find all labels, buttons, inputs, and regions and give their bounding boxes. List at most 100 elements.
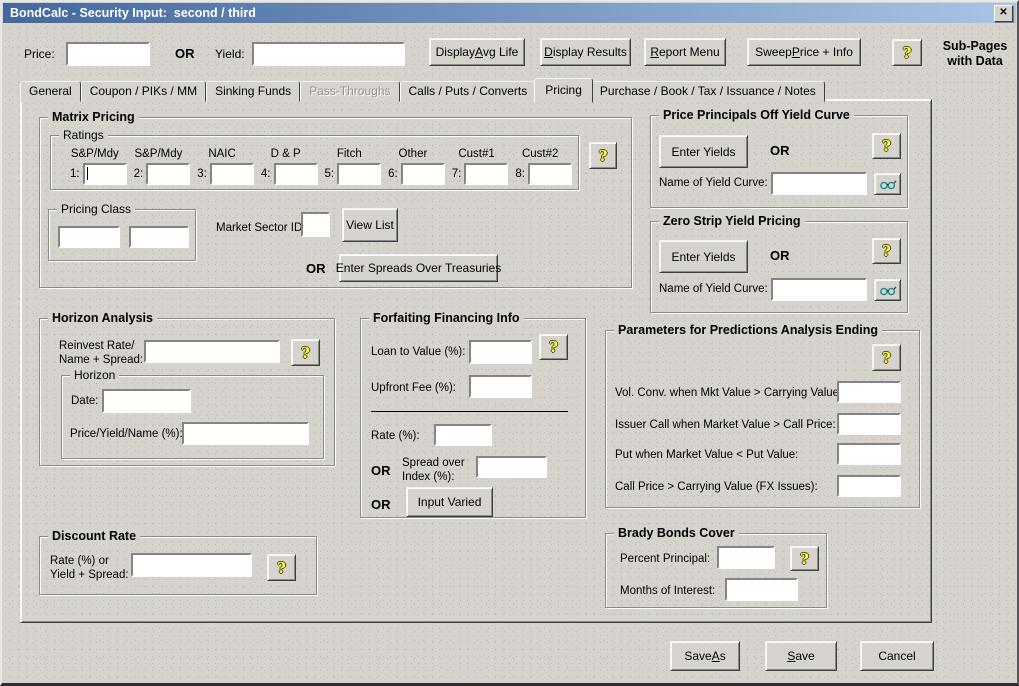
help-icon: ? [301, 344, 310, 362]
display-avg-life-button[interactable]: Display Avg Life [429, 38, 525, 66]
pricing-class-input-1[interactable] [58, 226, 120, 248]
percent-principal-input[interactable] [717, 546, 775, 569]
price-yield-name-label: Price/Yield/Name (%): [70, 428, 183, 441]
rating-cell-2: S&P/Mdy 2: [127, 148, 191, 185]
toolbar-help-button[interactable]: ? [892, 39, 922, 66]
tab-calls-puts-converts[interactable]: Calls / Puts / Converts [400, 81, 537, 102]
enter-yields-button[interactable]: Enter Yields [659, 240, 748, 273]
window-title: BondCalc - Security Input: second / thir… [10, 6, 994, 20]
yield-curve-name-input[interactable] [771, 278, 867, 301]
report-menu-button[interactable]: Report Menu [644, 38, 726, 66]
view-list-button[interactable]: View List [342, 208, 398, 242]
enter-yields-button[interactable]: Enter Yields [659, 135, 748, 168]
forfaiting-help-button[interactable]: ? [539, 334, 568, 360]
zero-strip-group: Zero Strip Yield Pricing Enter Yields OR… [650, 221, 908, 313]
predictions-help-button[interactable]: ? [872, 344, 901, 371]
reinvest-rate-input[interactable] [144, 340, 280, 363]
discount-rate-input[interactable] [131, 553, 252, 577]
text-cursor [87, 167, 88, 180]
rating-cell-8: Cust#2 8: [508, 148, 572, 185]
matrix-pricing-help-button[interactable]: ? [589, 142, 617, 169]
predictions-row-input-2[interactable] [837, 413, 901, 435]
ratings-row: S&P/Mdy 1: S&P/Mdy 2: NAIC 3: D & P 4: [63, 148, 572, 185]
brady-bonds-group: Brady Bonds Cover Percent Principal: ? M… [605, 533, 827, 608]
ratings-group: Ratings S&P/Mdy 1: S&P/Mdy 2: NAIC 3: [50, 135, 579, 190]
loan-to-value-input[interactable] [469, 340, 532, 364]
percent-principal-label: Percent Principal: [620, 553, 710, 566]
horizon-price-input[interactable] [182, 422, 309, 445]
or-text: OR [371, 497, 391, 512]
yield-curve-name-label: Name of Yield Curve: [659, 177, 768, 190]
rating-input-4[interactable] [274, 163, 318, 185]
or-text: OR [371, 463, 391, 478]
divider-line [371, 411, 568, 412]
rating-cell-1: S&P/Mdy 1: [63, 148, 127, 185]
rating-input-3[interactable] [210, 163, 254, 185]
rating-input-2[interactable] [146, 163, 190, 185]
predictions-row-input-4[interactable] [837, 475, 901, 497]
horizon-help-button[interactable]: ? [291, 339, 320, 366]
sweep-price-info-button[interactable]: Sweep Price + Info [747, 38, 861, 66]
brady-help-button[interactable]: ? [790, 546, 819, 571]
tab-coupon-piks-mm[interactable]: Coupon / PIKs / MM [81, 81, 206, 102]
cancel-button[interactable]: Cancel [860, 641, 934, 671]
predictions-title: Parameters for Predictions Analysis Endi… [614, 323, 882, 338]
rating-input-6[interactable] [401, 163, 445, 185]
rating-input-8[interactable] [528, 163, 572, 185]
pricing-class-input-2[interactable] [129, 226, 189, 248]
display-results-button[interactable]: Display Results [540, 38, 631, 66]
help-icon: ? [549, 338, 558, 356]
discount-rate-help-button[interactable]: ? [267, 554, 296, 581]
tab-pricing[interactable]: Pricing [534, 78, 593, 103]
forfaiting-title: Forfaiting Financing Info [369, 311, 524, 326]
enter-spreads-over-treasuries-button[interactable]: Enter Spreads Over Treasuries [339, 254, 498, 282]
browse-yield-curve-button[interactable] [874, 173, 901, 195]
matrix-pricing-group: Matrix Pricing Ratings S&P/Mdy 1: S&P/Md… [39, 117, 632, 288]
rate-input[interactable] [434, 424, 492, 446]
zero-strip-help-button[interactable]: ? [872, 238, 901, 264]
dialog-window: BondCalc - Security Input: second / thir… [0, 0, 1019, 686]
close-button[interactable]: ✕ [994, 5, 1013, 22]
horizon-analysis-group: Horizon Analysis Reinvest Rate/ Name + S… [39, 318, 335, 466]
tab-sinking-funds[interactable]: Sinking Funds [206, 81, 300, 102]
predictions-row-input-3[interactable] [837, 443, 901, 465]
yield-label: Yield: [215, 48, 245, 61]
horizon-date-input[interactable] [102, 389, 191, 413]
titlebar: BondCalc - Security Input: second / thir… [3, 3, 1016, 23]
browse-yield-curve-button[interactable] [874, 279, 901, 301]
rating-input-5[interactable] [337, 163, 381, 185]
input-varied-button[interactable]: Input Varied [406, 487, 493, 517]
help-icon: ? [903, 44, 912, 62]
close-icon: ✕ [999, 8, 1007, 18]
market-sector-id-input[interactable] [301, 212, 330, 237]
discount-rate-group: Discount Rate Rate (%) or Yield + Spread… [39, 536, 317, 595]
predictions-row-label: Issuer Call when Market Value > Call Pri… [615, 419, 836, 432]
tab-pass-throughs: Pass-Throughs [300, 81, 399, 102]
price-input[interactable] [66, 42, 150, 66]
loan-to-value-label: Loan to Value (%): [371, 346, 465, 359]
save-as-button[interactable]: Save As [670, 641, 740, 671]
matrix-pricing-title: Matrix Pricing [48, 110, 139, 125]
market-sector-id-label: Market Sector ID: [216, 222, 305, 235]
upfront-fee-input[interactable] [469, 375, 532, 398]
rating-input-1[interactable] [83, 163, 127, 185]
help-icon: ? [882, 349, 891, 367]
tab-general[interactable]: General [20, 81, 81, 102]
or-text: OR [175, 46, 195, 61]
spread-over-index-input[interactable] [476, 456, 547, 478]
help-icon: ? [800, 550, 809, 568]
yield-input[interactable] [252, 42, 405, 66]
predictions-row-input-1[interactable] [837, 381, 901, 403]
upfront-fee-label: Upfront Fee (%): [371, 382, 456, 395]
price-principals-help-button[interactable]: ? [872, 133, 901, 159]
forfaiting-group: Forfaiting Financing Info Loan to Value … [360, 318, 586, 518]
yield-curve-name-input[interactable] [771, 172, 867, 195]
predictions-row-label: Vol. Conv. when Mkt Value > Carrying Val… [615, 387, 842, 400]
months-of-interest-input[interactable] [725, 578, 798, 601]
rate-label: Rate (%): [371, 430, 420, 443]
tab-purchase-book-tax-issuance-notes[interactable]: Purchase / Book / Tax / Issuance / Notes [591, 81, 825, 102]
save-button[interactable]: Save [765, 641, 837, 671]
help-icon: ? [882, 137, 891, 155]
reinvest-rate-label: Reinvest Rate/ Name + Spread: [59, 339, 143, 367]
rating-input-7[interactable] [464, 163, 508, 185]
